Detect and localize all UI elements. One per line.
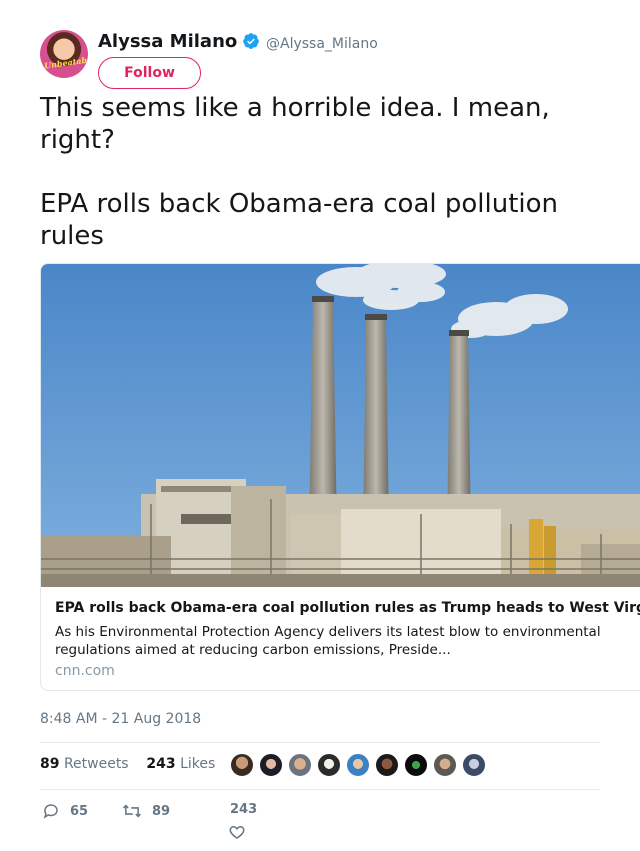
tweet-stats: 89 Retweets 243 Likes [40,756,215,772]
link-card[interactable]: EPA rolls back Obama-era coal pollution … [40,263,640,691]
stats-bottom-divider [40,789,600,790]
liker-avatar[interactable] [317,753,341,777]
card-domain: cnn.com [55,663,115,679]
follow-button[interactable]: Follow [98,57,201,89]
author-name[interactable]: Alyssa Milano [98,31,237,52]
author-avatar[interactable]: Unbeatable [40,30,88,78]
liker-avatar[interactable] [288,753,312,777]
liker-avatar[interactable] [259,753,283,777]
retweet-button[interactable]: 89 [122,802,170,820]
liker-avatar[interactable] [433,753,457,777]
likes-stat[interactable]: 243 Likes [146,756,215,772]
author-handle[interactable]: @Alyssa_Milano [266,36,378,52]
retweets-stat[interactable]: 89 Retweets [40,756,129,772]
liker-avatar[interactable] [404,753,428,777]
retweets-count: 89 [40,756,60,772]
card-image [41,264,640,587]
like-button[interactable]: 243 [229,802,258,841]
reply-icon [43,804,58,819]
heart-icon [229,825,245,839]
likes-count: 243 [146,756,176,772]
stats-top-divider [40,742,600,743]
reply-button[interactable]: 65 [42,802,88,820]
retweet-count: 89 [152,803,171,819]
avatar-logo-text: Unbeatable [43,53,88,71]
liker-avatar[interactable] [230,753,254,777]
liker-avatar[interactable] [346,753,370,777]
likes-label: Likes [180,756,216,772]
liker-avatar[interactable] [375,753,399,777]
card-description: As his Environmental Protection Agency d… [55,624,601,658]
verified-badge-icon [243,33,259,49]
like-count: 243 [230,802,258,817]
retweet-icon [122,804,142,818]
reply-count: 65 [70,803,89,819]
liker-avatar[interactable] [462,753,486,777]
card-title[interactable]: EPA rolls back Obama-era coal pollution … [55,600,640,616]
retweets-label: Retweets [63,756,129,772]
tweet-timestamp[interactable]: 8:48 AM - 21 Aug 2018 [40,711,201,727]
tweet-text: This seems like a horrible idea. I mean,… [40,93,559,251]
